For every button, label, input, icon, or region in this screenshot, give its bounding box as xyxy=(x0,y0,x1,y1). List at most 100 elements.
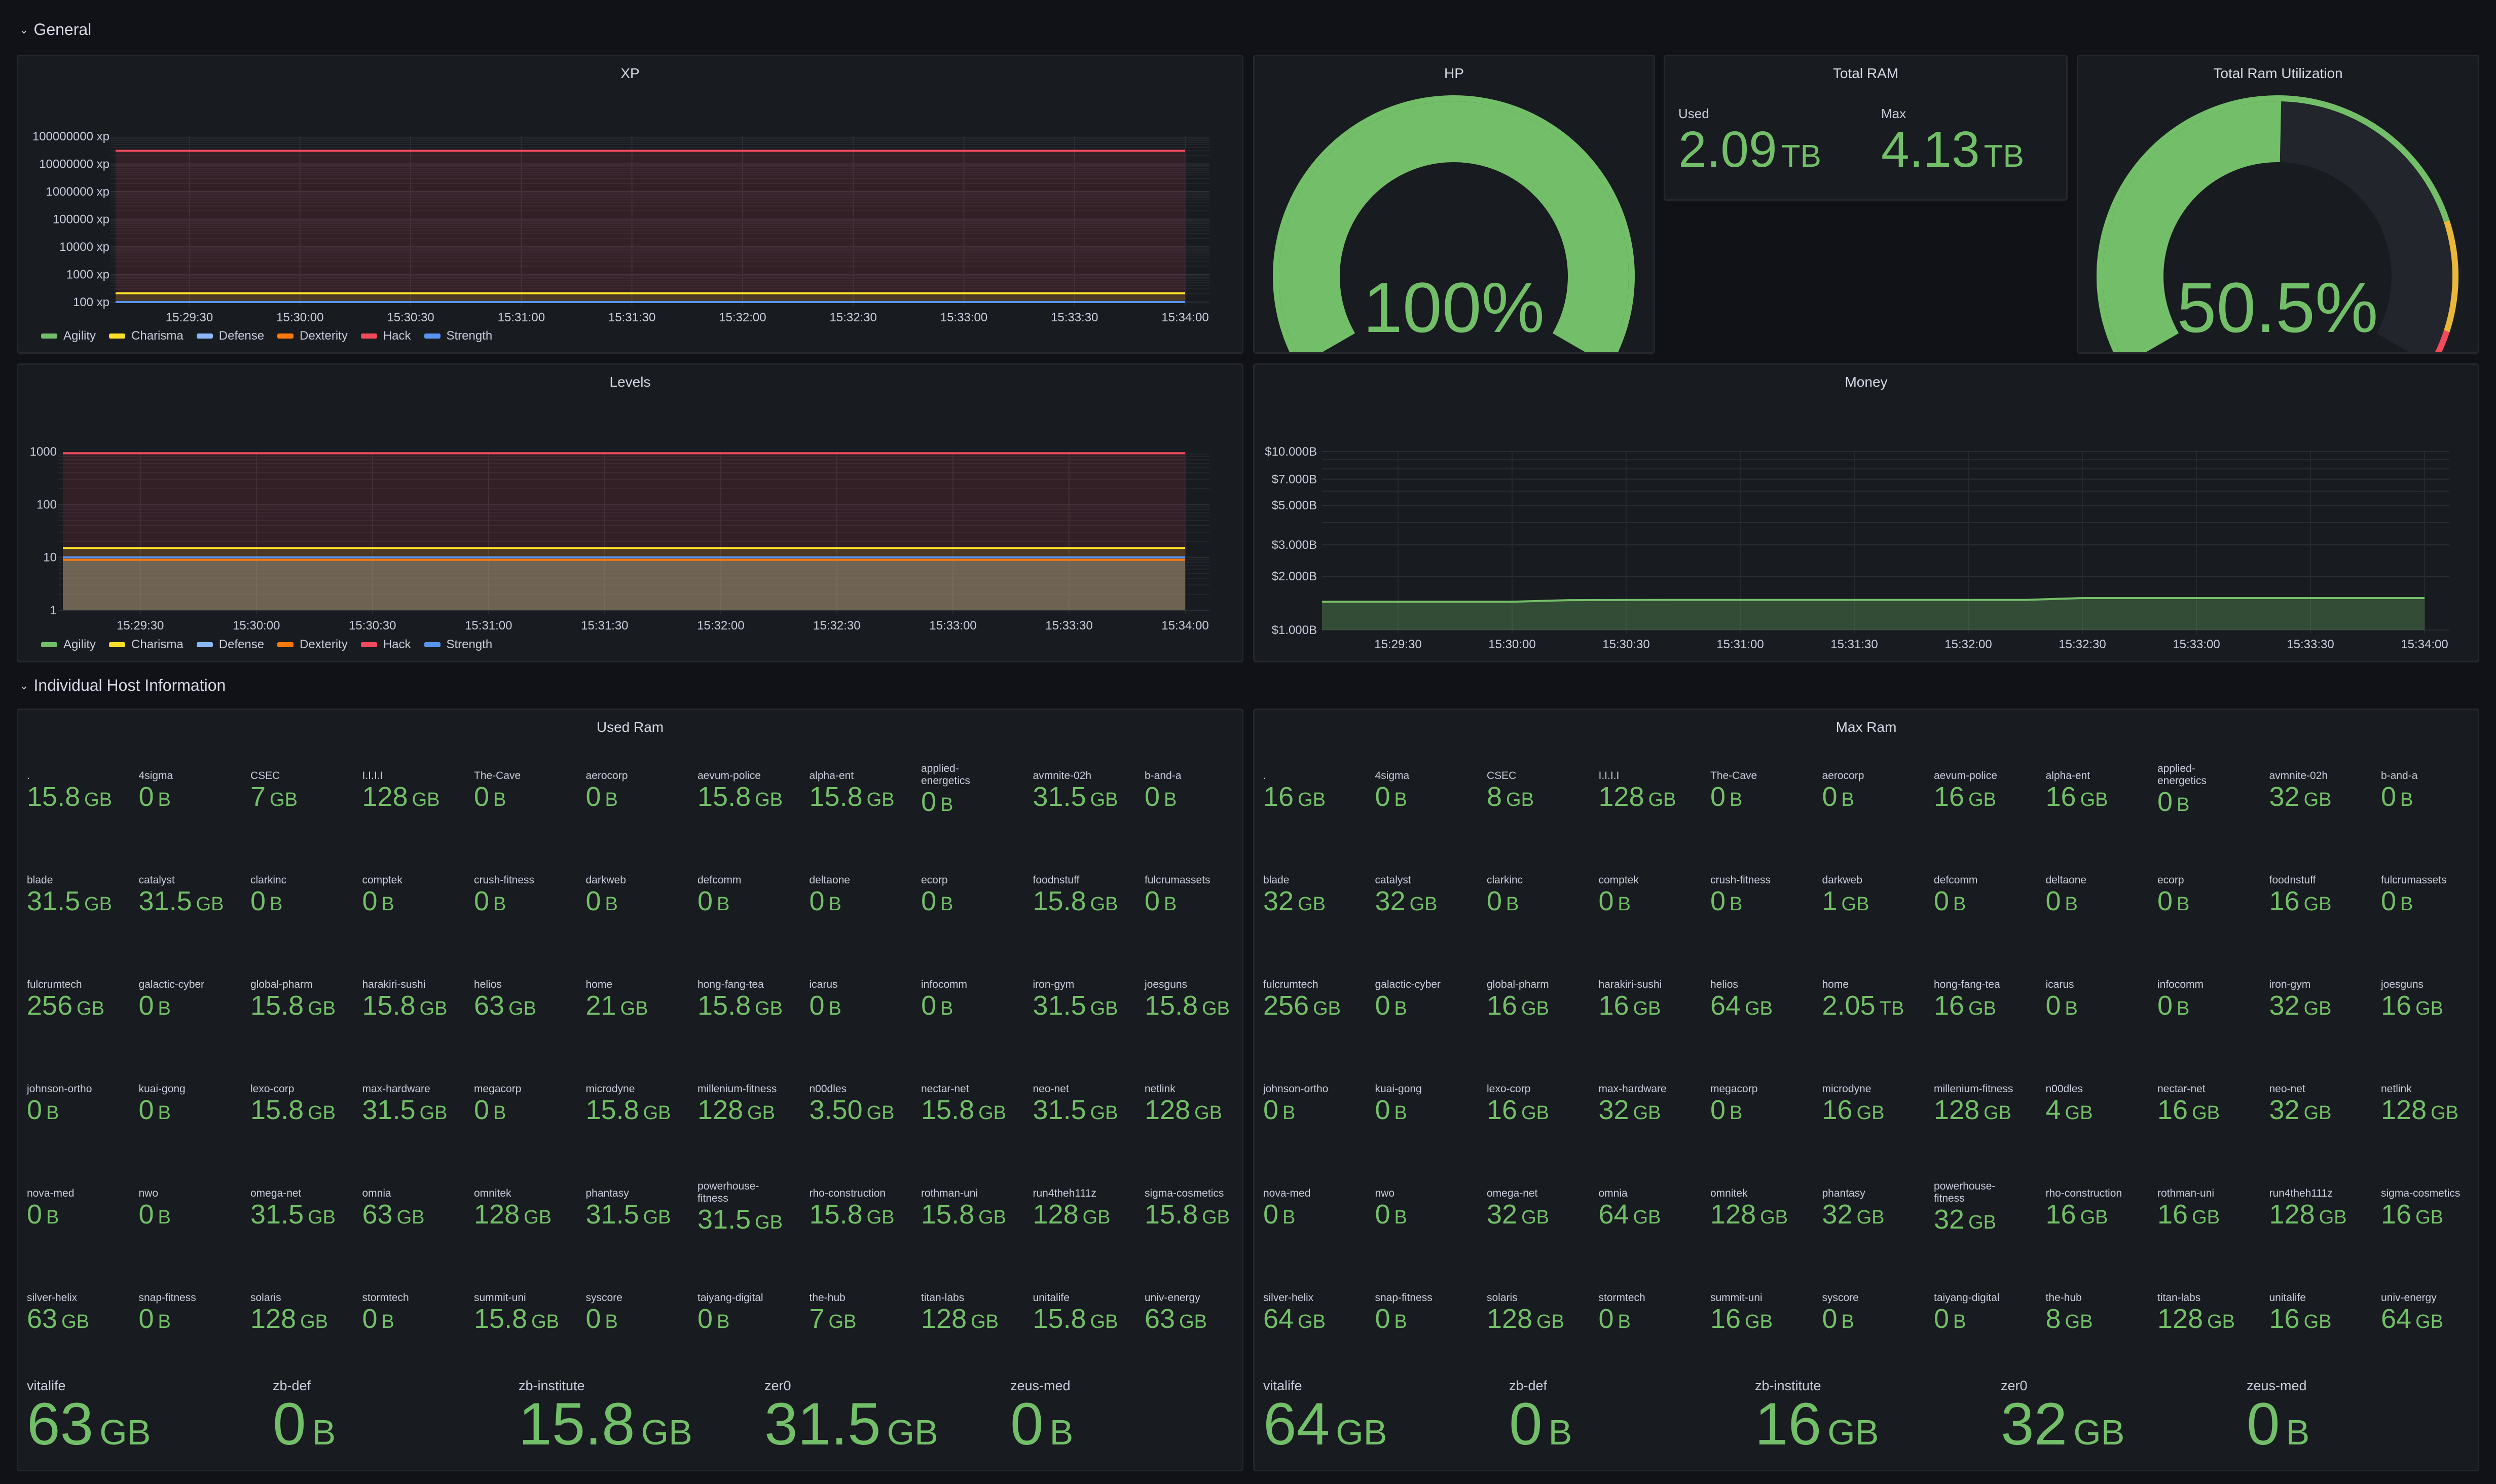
host-name: deltaone xyxy=(2045,874,2087,886)
host-stat: nwo 0 B xyxy=(1375,1188,1407,1232)
host-value-unit: B xyxy=(940,894,953,915)
host-value-unit: B xyxy=(1049,1413,1074,1452)
host-value-number: 16 xyxy=(2045,782,2076,812)
host-value: 0B xyxy=(2046,886,2087,919)
host-stat: sigma-cosmetics 15.8 GB xyxy=(1145,1188,1230,1232)
host-name: solaris xyxy=(250,1292,281,1304)
host-name: crush-fitness xyxy=(474,874,535,886)
host-value-number: 15.8 xyxy=(362,990,416,1021)
host-value-number: 0 xyxy=(1375,1304,1390,1334)
host-value: 31.5 GB xyxy=(1033,1095,1118,1128)
x-tick-label: 15:33:30 xyxy=(1051,311,1098,324)
panel-title: XP xyxy=(620,65,640,81)
legend-item-agility[interactable]: Agility xyxy=(41,638,96,652)
host-name: I.I.I.I xyxy=(1598,770,1620,782)
host-value-unit: GB xyxy=(84,789,113,810)
host-value: 0B xyxy=(1710,782,1757,814)
host-value-number: 0 xyxy=(1375,1199,1390,1230)
host-value-unit: B xyxy=(2177,998,2190,1019)
host-value: 0B xyxy=(2381,782,2417,814)
legend-item-defense[interactable]: Defense xyxy=(196,329,264,343)
x-tick-label: 15:32:30 xyxy=(829,311,876,324)
host-value-unit: GB xyxy=(196,894,224,915)
host-stat: max-hardware 32 GB xyxy=(1599,1083,1667,1128)
host-stat: crush-fitness 0 B xyxy=(1710,874,1771,919)
host-name: alpha-ent xyxy=(809,770,854,782)
host-value: 0B xyxy=(2157,991,2204,1023)
host-name: johnson-ortho xyxy=(27,1083,92,1095)
legend-swatch-icon xyxy=(360,333,377,339)
legend-swatch-icon xyxy=(196,333,213,339)
host-stat: rothman-uni 15.8 GB xyxy=(921,1188,1006,1232)
host-name: icarus xyxy=(2045,979,2074,990)
legend-item-charisma[interactable]: Charisma xyxy=(109,638,183,652)
host-value-number: 31.5 xyxy=(362,1095,416,1125)
host-value: 63 GB xyxy=(27,1304,89,1337)
host-value-number: 8 xyxy=(1487,782,1502,812)
host-value-number: 0 xyxy=(2157,886,2173,916)
host-value-unit: GB xyxy=(77,998,105,1019)
host-value-unit: GB xyxy=(2303,789,2332,810)
host-stat: unitalife 16 GB xyxy=(2269,1292,2332,1337)
host-value: 0B xyxy=(139,782,173,814)
legend-label: Strength xyxy=(446,329,493,343)
x-tick-label: 15:31:30 xyxy=(581,619,628,633)
host-value-unit: B xyxy=(2065,998,2078,1019)
host-value: 15.8 GB xyxy=(474,1304,559,1337)
host-value: 0B xyxy=(2247,1394,2309,1463)
host-value-number: 16 xyxy=(2157,1095,2188,1125)
host-value-number: 256 xyxy=(27,990,73,1021)
host-stat: silver-helix 63 GB xyxy=(27,1292,89,1337)
host-value-unit: B xyxy=(605,894,618,915)
legend-item-agility[interactable]: Agility xyxy=(41,329,96,343)
host-stat: nova-med 0 B xyxy=(27,1188,74,1232)
legend-item-defense[interactable]: Defense xyxy=(196,638,264,652)
legend-item-strength[interactable]: Strength xyxy=(424,638,492,652)
host-stat: solaris 128 GB xyxy=(250,1292,328,1337)
host-value-number: 0 xyxy=(474,886,490,916)
host-name: b-and-a xyxy=(1145,770,1182,782)
host-value: 32 GB xyxy=(1263,886,1326,919)
host-name: microdyne xyxy=(1822,1083,1871,1095)
host-value: 15.8 GB xyxy=(921,1095,1006,1128)
legend-item-charisma[interactable]: Charisma xyxy=(109,329,183,343)
legend-item-strength[interactable]: Strength xyxy=(424,329,493,343)
host-stat: lexo-corp 16 GB xyxy=(1487,1083,1549,1128)
host-stat: johnson-ortho 0 B xyxy=(1263,1083,1328,1128)
host-stat: rothman-uni 16 GB xyxy=(2157,1188,2220,1232)
host-name: n00dles xyxy=(2045,1083,2083,1095)
host-value-number: 32 xyxy=(2001,1391,2068,1458)
host-value-unit: GB xyxy=(396,1207,425,1228)
host-name: sigma-cosmetics xyxy=(2381,1188,2461,1199)
ram-utilization-gauge: 50.5% xyxy=(2097,95,2458,352)
host-stat: rho-construction 15.8 GB xyxy=(810,1188,895,1232)
host-name: neo-net xyxy=(1033,1083,1069,1095)
host-value-unit: B xyxy=(1953,1311,1966,1332)
y-tick-label: $7.000B xyxy=(1272,473,1317,487)
legend-item-dexterity[interactable]: Dexterity xyxy=(277,638,348,652)
host-stat: titan-labs 128 GB xyxy=(921,1292,999,1337)
levels-legend: Agility Charisma Defense Dexterity Hack Stren… xyxy=(41,638,492,652)
host-stat: taiyang-digital 0 B xyxy=(1934,1292,2000,1337)
legend-item-hack[interactable]: Hack xyxy=(360,329,411,343)
y-tick-label: $10.000B xyxy=(1265,445,1317,459)
host-value-number: 128 xyxy=(1145,1095,1191,1125)
row-header-general[interactable]: ⌄ General xyxy=(19,20,91,39)
legend-item-hack[interactable]: Hack xyxy=(360,638,411,652)
host-value-number: 128 xyxy=(1710,1199,1756,1230)
host-name: netlink xyxy=(2381,1083,2412,1095)
host-value-number: 0 xyxy=(138,1199,154,1230)
host-stat-large: zeus-med 0 B xyxy=(2247,1378,2309,1463)
host-value-unit: GB xyxy=(1336,1413,1387,1452)
host-name: helios xyxy=(474,979,502,990)
host-stat: taiyang-digital 0 B xyxy=(698,1292,763,1337)
host-value-unit: B xyxy=(158,998,171,1019)
host-value-unit: GB xyxy=(1856,1207,1885,1228)
host-value-number: 32 xyxy=(1263,886,1294,916)
legend-item-dexterity[interactable]: Dexterity xyxy=(277,329,348,343)
host-value-unit: GB xyxy=(84,894,113,915)
levels-chart: 15:29:30 15:30:00 15:30:30 15:31:00 15:31:30… xyxy=(30,445,1209,633)
hp-gauge: 100% xyxy=(1273,95,1635,352)
host-value: 0B xyxy=(698,886,741,919)
row-header-individual-host-information[interactable]: ⌄ Individual Host Information xyxy=(19,676,226,695)
